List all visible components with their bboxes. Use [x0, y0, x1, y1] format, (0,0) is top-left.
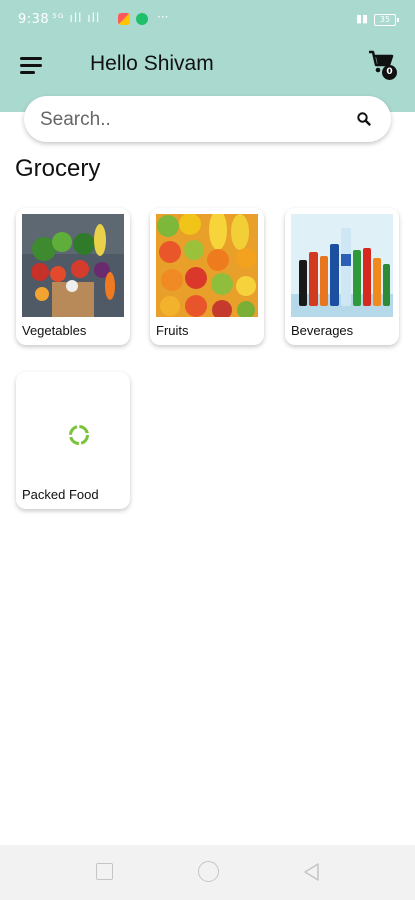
notification-app-icon [118, 13, 130, 25]
beverages-photo [291, 214, 393, 317]
category-label: Beverages [291, 323, 354, 338]
category-card-beverages[interactable]: Beverages [285, 208, 399, 345]
fruits-photo [156, 214, 258, 317]
status-time: 9:38 [18, 12, 50, 27]
back-icon[interactable] [302, 862, 320, 882]
whatsapp-icon [136, 13, 148, 25]
status-bar: 9:38 ⁵ᴳ ıll ıll ··· ▮▮ 35 [0, 0, 415, 40]
category-label: Packed Food [22, 487, 99, 502]
category-label: Vegetables [22, 323, 87, 338]
app-title: Hello Shivam [90, 52, 214, 75]
category-card-vegetables[interactable]: Vegetables [16, 208, 130, 345]
loading-spinner-icon [69, 425, 89, 445]
volte-signal-icon: ▮▮ [356, 12, 369, 25]
category-card-packed-food[interactable]: Packed Food [16, 372, 130, 509]
shopping-cart-icon[interactable]: 0 [368, 50, 398, 80]
cart-count-badge: 0 [382, 65, 397, 80]
section-title: Grocery [15, 155, 101, 182]
category-label: Fruits [156, 323, 189, 338]
image-placeholder [22, 378, 124, 481]
category-card-fruits[interactable]: Fruits [150, 208, 264, 345]
system-nav-bar [0, 845, 415, 900]
search-input[interactable] [38, 104, 342, 136]
vegetables-photo [22, 214, 124, 317]
signal-icon: ⁵ᴳ ıll ıll [52, 11, 101, 25]
battery-icon: 35 [374, 14, 399, 26]
home-icon[interactable] [198, 861, 219, 882]
hamburger-menu-icon[interactable] [20, 55, 46, 77]
search-bar[interactable] [24, 96, 391, 142]
recent-apps-icon[interactable] [96, 863, 113, 880]
more-notifications-icon: ··· [157, 10, 169, 24]
search-icon[interactable] [356, 111, 372, 127]
